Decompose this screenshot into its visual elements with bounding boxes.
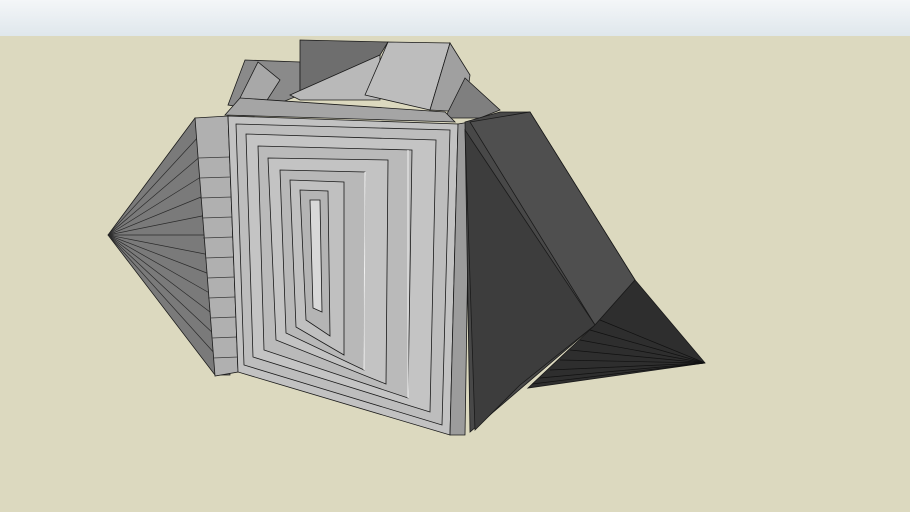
right-cone	[464, 111, 706, 433]
sketchup-viewport[interactable]	[0, 0, 910, 512]
front-panel	[227, 115, 459, 436]
top-blocks	[224, 39, 501, 123]
3d-model-render	[107, 39, 706, 436]
